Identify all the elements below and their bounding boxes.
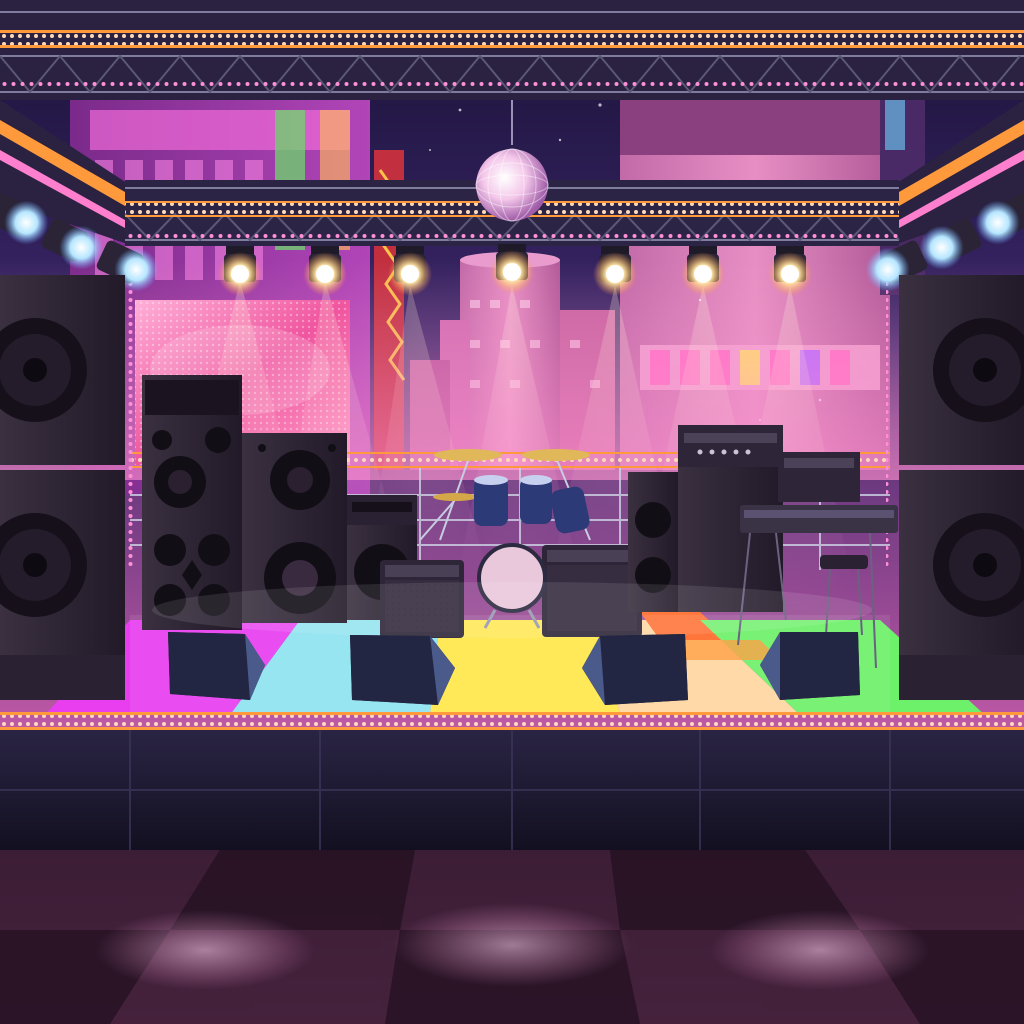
checkered-audience-floor <box>0 850 1024 1024</box>
right-speaker-stack <box>899 275 1024 700</box>
stage-monitor <box>760 632 860 700</box>
left-speaker-stack <box>0 275 125 700</box>
cymbal <box>522 449 590 461</box>
keyboard-stool <box>820 555 868 569</box>
stage-edge-light-strip <box>0 714 1024 728</box>
cymbal <box>434 449 502 461</box>
top-light-strip-2 <box>0 78 1024 88</box>
cymbal <box>433 493 477 501</box>
stage-illustration <box>0 0 1024 1024</box>
stage-speaker-tall <box>142 375 242 630</box>
stage-scene <box>0 0 1024 1024</box>
top-light-strip-1 <box>0 32 1024 46</box>
